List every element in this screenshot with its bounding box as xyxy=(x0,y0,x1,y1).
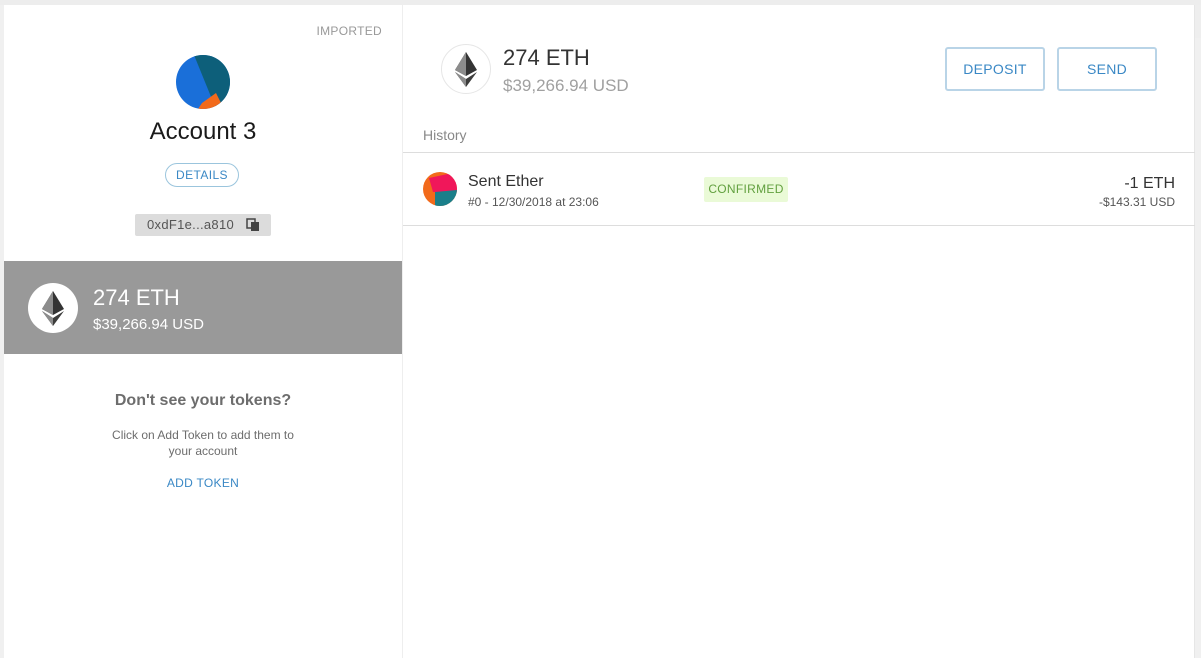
no-tokens-title: Don't see your tokens? xyxy=(114,392,292,409)
account-sidebar: IMPORTED Account 3 DETAILS 0xdF1e...a810 xyxy=(4,5,402,658)
no-tokens-description: Click on Add Token to add them to your a… xyxy=(112,428,294,458)
window: IMPORTED Account 3 DETAILS 0xdF1e...a810 xyxy=(0,0,1201,658)
address-chip[interactable]: 0xdF1e...a810 xyxy=(135,214,271,236)
token-logo xyxy=(28,283,78,333)
transaction-amount-usd: -$143.31 USD xyxy=(1098,195,1175,209)
transaction-amount: -1 ETH xyxy=(1124,175,1175,192)
account-avatar-icon[interactable] xyxy=(176,55,230,109)
token-usd-value: $39,266.94 USD xyxy=(93,316,204,333)
ethereum-icon xyxy=(42,291,64,326)
deposit-button[interactable]: DEPOSIT xyxy=(945,47,1045,91)
copy-icon[interactable] xyxy=(246,218,260,232)
wallet-app: IMPORTED Account 3 DETAILS 0xdF1e...a810 xyxy=(4,5,1195,658)
main-panel: 274 ETH $39,266.94 USD DEPOSIT SEND Hist… xyxy=(402,5,1195,658)
transaction-title: Sent Ether xyxy=(468,173,544,190)
balance-usd-value: $39,266.94 USD xyxy=(503,76,629,95)
transaction-status-badge: CONFIRMED xyxy=(704,177,788,202)
token-row-eth[interactable]: 274 ETH $39,266.94 USD xyxy=(4,261,402,354)
balance-amount: 274 ETH xyxy=(503,45,590,70)
account-address: 0xdF1e...a810 xyxy=(147,217,235,232)
account-name: Account 3 xyxy=(149,118,257,145)
transaction-subtitle: #0 - 12/30/2018 at 23:06 xyxy=(468,195,599,209)
account-type-label: IMPORTED xyxy=(316,24,382,38)
transaction-row[interactable]: Sent Ether #0 - 12/30/2018 at 23:06 CONF… xyxy=(403,153,1195,226)
transaction-identicon-icon xyxy=(423,172,457,206)
details-button[interactable]: DETAILS xyxy=(165,163,239,187)
token-amount: 274 ETH xyxy=(93,285,180,310)
send-button[interactable]: SEND xyxy=(1057,47,1157,91)
history-heading: History xyxy=(423,127,467,143)
balance-logo xyxy=(441,44,491,94)
right-edge xyxy=(1194,5,1201,38)
ethereum-icon xyxy=(455,52,477,87)
add-token-link[interactable]: ADD TOKEN xyxy=(4,476,402,490)
